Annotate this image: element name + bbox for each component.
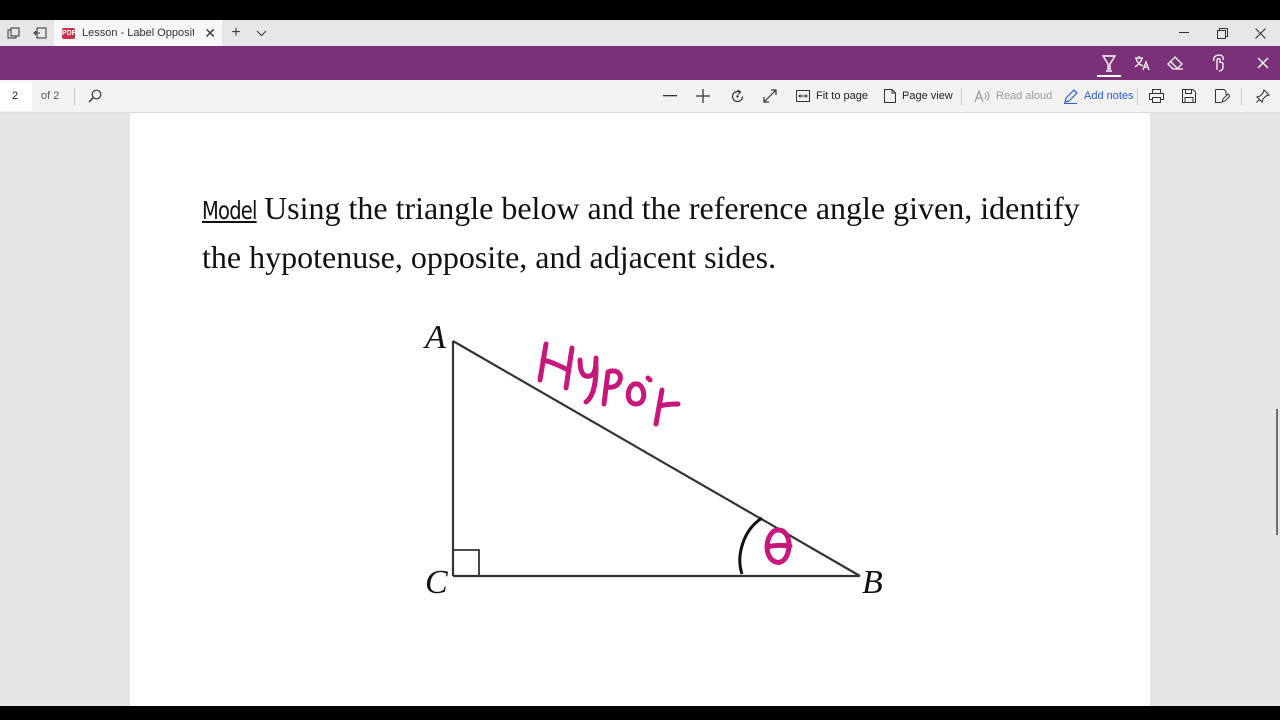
- tab-lesson[interactable]: PDF Lesson - Label Opposite ✕: [54, 20, 222, 46]
- pdf-viewer[interactable]: Model Using the triangle below and the r…: [0, 113, 1280, 706]
- tab-close-icon[interactable]: ✕: [204, 25, 216, 41]
- print-icon[interactable]: [1143, 84, 1169, 108]
- ink-hypotenuse-label: [537, 341, 681, 427]
- pdf-toolbar: 2 of 2 Fit to page Page view Read aloud …: [0, 80, 1280, 113]
- pdf-page: Model Using the triangle below and the r…: [130, 113, 1150, 706]
- model-label: Model: [202, 196, 257, 225]
- set-tabs-aside-icon[interactable]: [27, 20, 53, 46]
- bottom-black-band: [0, 706, 1280, 720]
- pin-toolbar-icon[interactable]: [1250, 84, 1276, 108]
- fit-to-page-button[interactable]: Fit to page: [796, 84, 868, 108]
- save-as-icon[interactable]: [1209, 84, 1235, 108]
- fit-to-page-icon: [796, 90, 810, 102]
- top-black-band: [0, 0, 1280, 20]
- page-count: of 2: [41, 90, 60, 102]
- save-icon[interactable]: [1176, 84, 1202, 108]
- right-angle-marker: [453, 549, 480, 576]
- plus-icon[interactable]: +: [225, 20, 247, 46]
- full-screen-icon[interactable]: [757, 84, 783, 108]
- angle-arc: [738, 516, 763, 575]
- pdf-icon: PDF: [62, 27, 76, 39]
- side-ab-hypotenuse: [452, 340, 861, 577]
- highlighter-icon[interactable]: [1095, 50, 1123, 77]
- add-notes-label: Add notes: [1084, 90, 1134, 102]
- search-icon[interactable]: [82, 84, 108, 108]
- read-aloud-icon: [974, 89, 990, 102]
- touch-write-icon[interactable]: [1205, 50, 1233, 76]
- zoom-out-icon[interactable]: [657, 84, 683, 108]
- restore-icon[interactable]: [1203, 20, 1241, 46]
- problem-text: Using the triangle below and the referen…: [202, 190, 1080, 275]
- page-view-label: Page view: [902, 90, 953, 102]
- translate-icon[interactable]: [1128, 50, 1156, 76]
- tab-strip: PDF Lesson - Label Opposite ✕ +: [0, 20, 1280, 46]
- close-ink-icon[interactable]: [1249, 50, 1277, 76]
- zoom-in-icon[interactable]: [690, 84, 716, 108]
- fit-to-page-label: Fit to page: [816, 90, 868, 102]
- scrollbar-thumb[interactable]: [1276, 409, 1278, 535]
- page-view-icon: [884, 89, 896, 103]
- minimize-icon[interactable]: [1165, 20, 1203, 46]
- tab-title: Lesson - Label Opposite: [82, 27, 194, 39]
- vertex-b-label: B: [862, 564, 883, 601]
- eraser-icon[interactable]: [1161, 50, 1189, 76]
- chevron-down-icon[interactable]: [250, 20, 272, 46]
- divider: [1241, 88, 1242, 105]
- add-notes-button[interactable]: Add notes: [1063, 84, 1134, 108]
- page-view-button[interactable]: Page view: [884, 84, 953, 108]
- ink-theta-label: [764, 527, 793, 565]
- divider: [961, 88, 962, 105]
- vertex-c-label: C: [425, 564, 448, 601]
- divider: [1137, 88, 1138, 105]
- vertex-a-label: A: [423, 319, 446, 356]
- problem-statement: Model Using the triangle below and the r…: [202, 185, 1102, 280]
- close-icon[interactable]: [1241, 20, 1279, 46]
- divider: [74, 88, 75, 105]
- tab-actions-icon[interactable]: [0, 20, 26, 46]
- page-number-input[interactable]: 2: [0, 82, 32, 111]
- read-aloud-button[interactable]: Read aloud: [974, 84, 1052, 108]
- right-triangle-diagram: A C B: [423, 319, 883, 601]
- pen-icon: [1064, 88, 1078, 104]
- read-aloud-label: Read aloud: [996, 90, 1053, 102]
- ink-toolbar: [0, 46, 1280, 80]
- rotate-icon[interactable]: [724, 84, 750, 108]
